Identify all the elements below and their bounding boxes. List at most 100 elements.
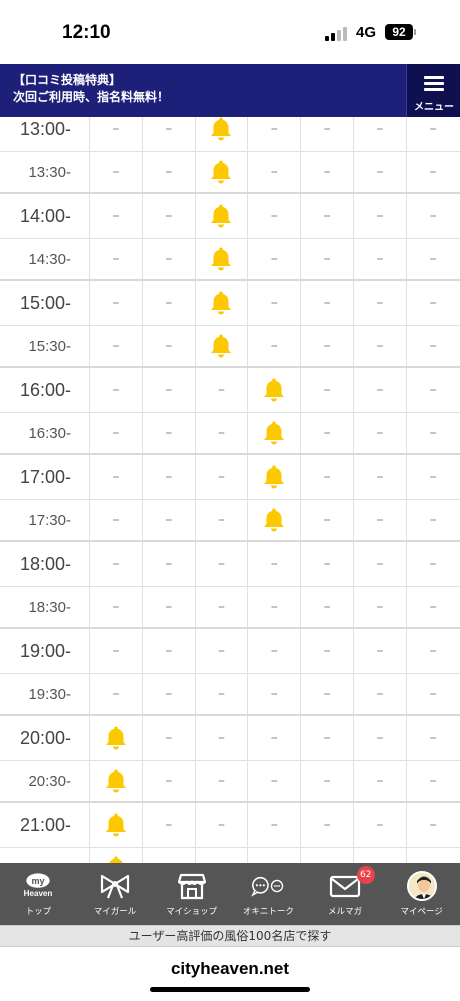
available-bell-icon[interactable] bbox=[90, 803, 143, 847]
home-indicator bbox=[150, 987, 310, 992]
unavailable-slot: – bbox=[301, 500, 354, 540]
nav-okini-talk[interactable]: オキニトーク bbox=[230, 863, 307, 925]
nav-my-page-label: マイページ bbox=[400, 907, 443, 917]
unavailable-slot: – bbox=[143, 368, 196, 412]
mail-badge: 62 bbox=[356, 866, 375, 884]
available-bell-icon[interactable] bbox=[90, 848, 143, 863]
ribbon-icon bbox=[97, 871, 133, 901]
unavailable-slot: – bbox=[407, 848, 460, 863]
available-bell-icon[interactable] bbox=[196, 281, 249, 325]
promo-banner[interactable]: 【口コミ投稿特典】 次回ご利用時、指名料無料！ メニュー bbox=[0, 64, 460, 117]
unavailable-slot: – bbox=[248, 761, 302, 801]
available-bell-icon[interactable] bbox=[248, 500, 302, 540]
unavailable-slot: – bbox=[354, 761, 407, 801]
available-bell-icon[interactable] bbox=[196, 152, 249, 192]
unavailable-slot: – bbox=[301, 455, 354, 499]
unavailable-slot: – bbox=[143, 674, 196, 714]
schedule-row: 17:30- – – – – – – bbox=[0, 500, 460, 542]
unavailable-slot: – bbox=[248, 674, 302, 714]
time-label: 18:00- bbox=[0, 542, 90, 586]
unavailable-slot: – bbox=[196, 848, 249, 863]
nav-top-label: トップ bbox=[25, 907, 52, 917]
unavailable-slot: – bbox=[301, 848, 354, 863]
unavailable-slot: – bbox=[90, 239, 143, 279]
unavailable-slot: – bbox=[354, 281, 407, 325]
url-text[interactable]: cityheaven.net bbox=[0, 959, 460, 979]
schedule-rows: 13:00- – – – – – –13:30- – – – – – –14:00- – – – – – –14:3… bbox=[0, 117, 460, 863]
unavailable-slot: – bbox=[196, 542, 249, 586]
schedule-row: 13:30- – – – – – – bbox=[0, 152, 460, 194]
unavailable-slot: – bbox=[248, 848, 302, 863]
unavailable-slot: – bbox=[90, 542, 143, 586]
time-label: 20:00- bbox=[0, 716, 90, 760]
unavailable-slot: – bbox=[196, 368, 249, 412]
unavailable-slot: – bbox=[248, 194, 302, 238]
schedule-row: 17:00- – – – – – – bbox=[0, 455, 460, 500]
unavailable-slot: – bbox=[429, 208, 437, 224]
unavailable-slot: – bbox=[196, 500, 249, 540]
unavailable-slot: – bbox=[354, 368, 407, 412]
unavailable-slot: – bbox=[143, 455, 196, 499]
available-bell-icon[interactable] bbox=[248, 413, 302, 453]
unavailable-slot: – bbox=[143, 761, 196, 801]
unavailable-slot: – bbox=[354, 803, 407, 847]
unavailable-slot: – bbox=[143, 117, 196, 151]
unavailable-slot: – bbox=[354, 500, 407, 540]
unavailable-slot: – bbox=[90, 455, 143, 499]
unavailable-slot: – bbox=[301, 587, 354, 627]
unavailable-slot: – bbox=[354, 848, 407, 863]
time-label: 16:30- bbox=[0, 413, 90, 453]
unavailable-slot: – bbox=[90, 117, 143, 151]
unavailable-slot: – bbox=[143, 629, 196, 673]
menu-button[interactable]: メニュー bbox=[406, 64, 460, 117]
schedule-row: 21:00- – – – – – – bbox=[0, 803, 460, 848]
available-bell-icon[interactable] bbox=[196, 117, 249, 151]
unavailable-slot: – bbox=[143, 542, 196, 586]
unavailable-slot: – bbox=[429, 686, 437, 702]
time-label: 21:30- bbox=[0, 848, 90, 863]
nav-my-girl[interactable]: マイガール bbox=[77, 863, 154, 925]
unavailable-slot: – bbox=[248, 803, 302, 847]
unavailable-slot: – bbox=[143, 413, 196, 453]
unavailable-slot: – bbox=[90, 587, 143, 627]
available-bell-icon[interactable] bbox=[90, 716, 143, 760]
schedule-row: 20:30- – – – – – – bbox=[0, 761, 460, 803]
unavailable-slot: – bbox=[143, 239, 196, 279]
available-bell-icon[interactable] bbox=[196, 239, 249, 279]
unavailable-slot: – bbox=[248, 152, 302, 192]
schedule-row: 14:00- – – – – – – bbox=[0, 194, 460, 239]
svg-text:Heaven: Heaven bbox=[24, 889, 53, 898]
nav-my-page[interactable]: マイページ bbox=[383, 863, 460, 925]
available-bell-icon[interactable] bbox=[196, 326, 249, 366]
svg-text:my: my bbox=[32, 876, 45, 886]
nav-top[interactable]: my Heaven トップ bbox=[0, 863, 77, 925]
unavailable-slot: – bbox=[90, 194, 143, 238]
status-bar: 12:10 4G 92 bbox=[0, 0, 460, 64]
schedule-row: 18:00- – – – – – – – bbox=[0, 542, 460, 587]
schedule-row: 19:30- – – – – – – – bbox=[0, 674, 460, 716]
nav-my-shop[interactable]: マイショップ bbox=[153, 863, 230, 925]
unavailable-slot: – bbox=[429, 469, 437, 485]
unavailable-slot: – bbox=[301, 239, 354, 279]
available-bell-icon[interactable] bbox=[196, 194, 249, 238]
available-bell-icon[interactable] bbox=[90, 761, 143, 801]
unavailable-slot: – bbox=[354, 629, 407, 673]
unavailable-slot: – bbox=[354, 455, 407, 499]
unavailable-slot: – bbox=[429, 599, 437, 615]
time-label: 13:00- bbox=[0, 117, 90, 151]
time-label: 20:30- bbox=[0, 761, 90, 801]
schedule-row: 18:30- – – – – – – – bbox=[0, 587, 460, 629]
chat-bubbles-icon bbox=[250, 871, 286, 901]
available-bell-icon[interactable] bbox=[248, 455, 302, 499]
top100-search-link[interactable]: ユーザー高評価の風俗100名店で探す bbox=[0, 925, 460, 947]
unavailable-slot: – bbox=[143, 281, 196, 325]
nav-mail-magazine[interactable]: 62 メルマガ bbox=[307, 863, 384, 925]
unavailable-slot: – bbox=[196, 803, 249, 847]
time-label: 14:00- bbox=[0, 194, 90, 238]
time-label: 19:30- bbox=[0, 674, 90, 714]
schedule-row: 15:00- – – – – – – bbox=[0, 281, 460, 326]
available-bell-icon[interactable] bbox=[248, 368, 302, 412]
unavailable-slot: – bbox=[248, 326, 302, 366]
unavailable-slot: – bbox=[196, 455, 249, 499]
time-label: 18:30- bbox=[0, 587, 90, 627]
